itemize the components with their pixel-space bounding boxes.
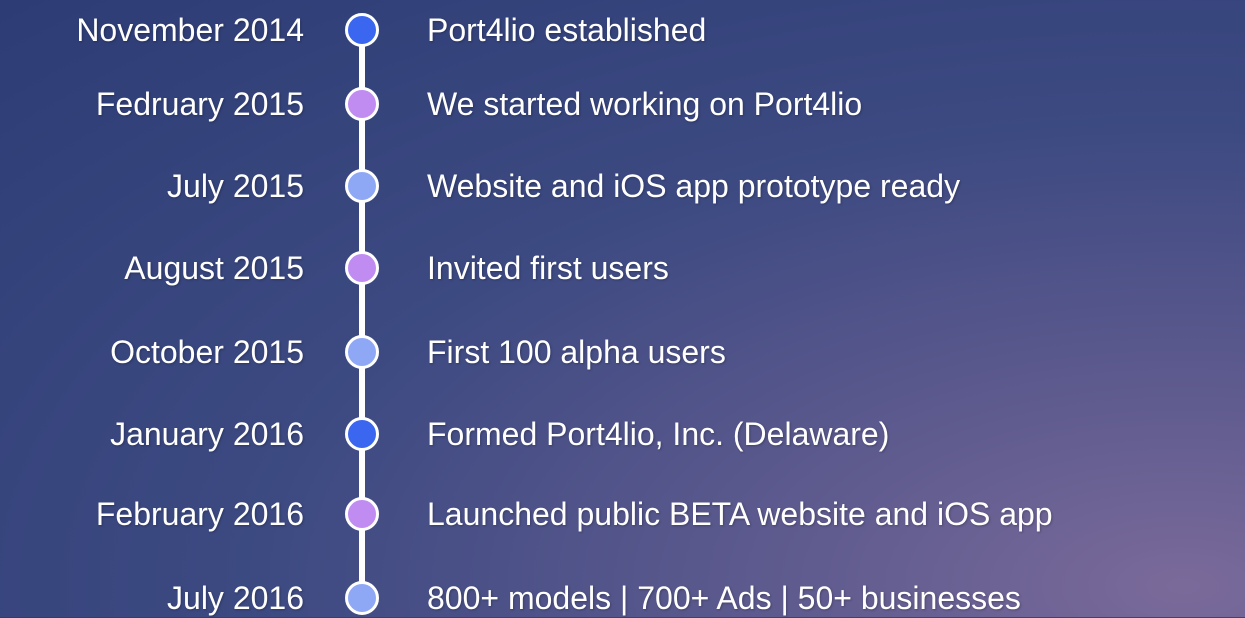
entry-event: Launched public BETA website and iOS app [427,496,1053,532]
entry-event: First 100 alpha users [427,334,726,370]
timeline-entry: October 2015 First 100 alpha users [0,332,1245,372]
milestone-dot-icon [345,251,379,285]
timeline-entry: January 2016 Formed Port4lio, Inc. (Dela… [0,414,1245,454]
entry-date: January 2016 [110,416,304,452]
entry-event: Formed Port4lio, Inc. (Delaware) [427,416,890,452]
timeline-entry: November 2014 Port4lio established [0,10,1245,50]
entry-date: October 2015 [110,334,304,370]
entry-event: Port4lio established [427,12,707,48]
timeline-entry: July 2016 800+ models | 700+ Ads | 50+ b… [0,578,1245,618]
milestone-dot-icon [345,335,379,369]
milestone-dot-icon [345,581,379,615]
timeline: November 2014 Port4lio established Fedru… [0,0,1245,617]
entry-event: Invited first users [427,250,669,286]
entry-date: November 2014 [76,12,304,48]
timeline-entry: Fedruary 2015 We started working on Port… [0,84,1245,124]
entry-date: Fedruary 2015 [95,86,304,122]
entry-date: July 2016 [167,580,304,616]
entry-date: July 2015 [167,168,304,204]
entry-event: 800+ models | 700+ Ads | 50+ businesses [427,580,1021,616]
entry-date: August 2015 [124,250,304,286]
milestone-dot-icon [345,13,379,47]
milestone-dot-icon [345,87,379,121]
entry-event: Website and iOS app prototype ready [427,168,961,204]
timeline-entry: February 2016 Launched public BETA websi… [0,494,1245,534]
timeline-entry: July 2015 Website and iOS app prototype … [0,166,1245,206]
timeline-entry: August 2015 Invited first users [0,248,1245,288]
milestone-dot-icon [345,169,379,203]
milestone-dot-icon [345,497,379,531]
entry-event: We started working on Port4lio [427,86,863,122]
entry-date: February 2016 [95,496,304,532]
milestone-dot-icon [345,417,379,451]
